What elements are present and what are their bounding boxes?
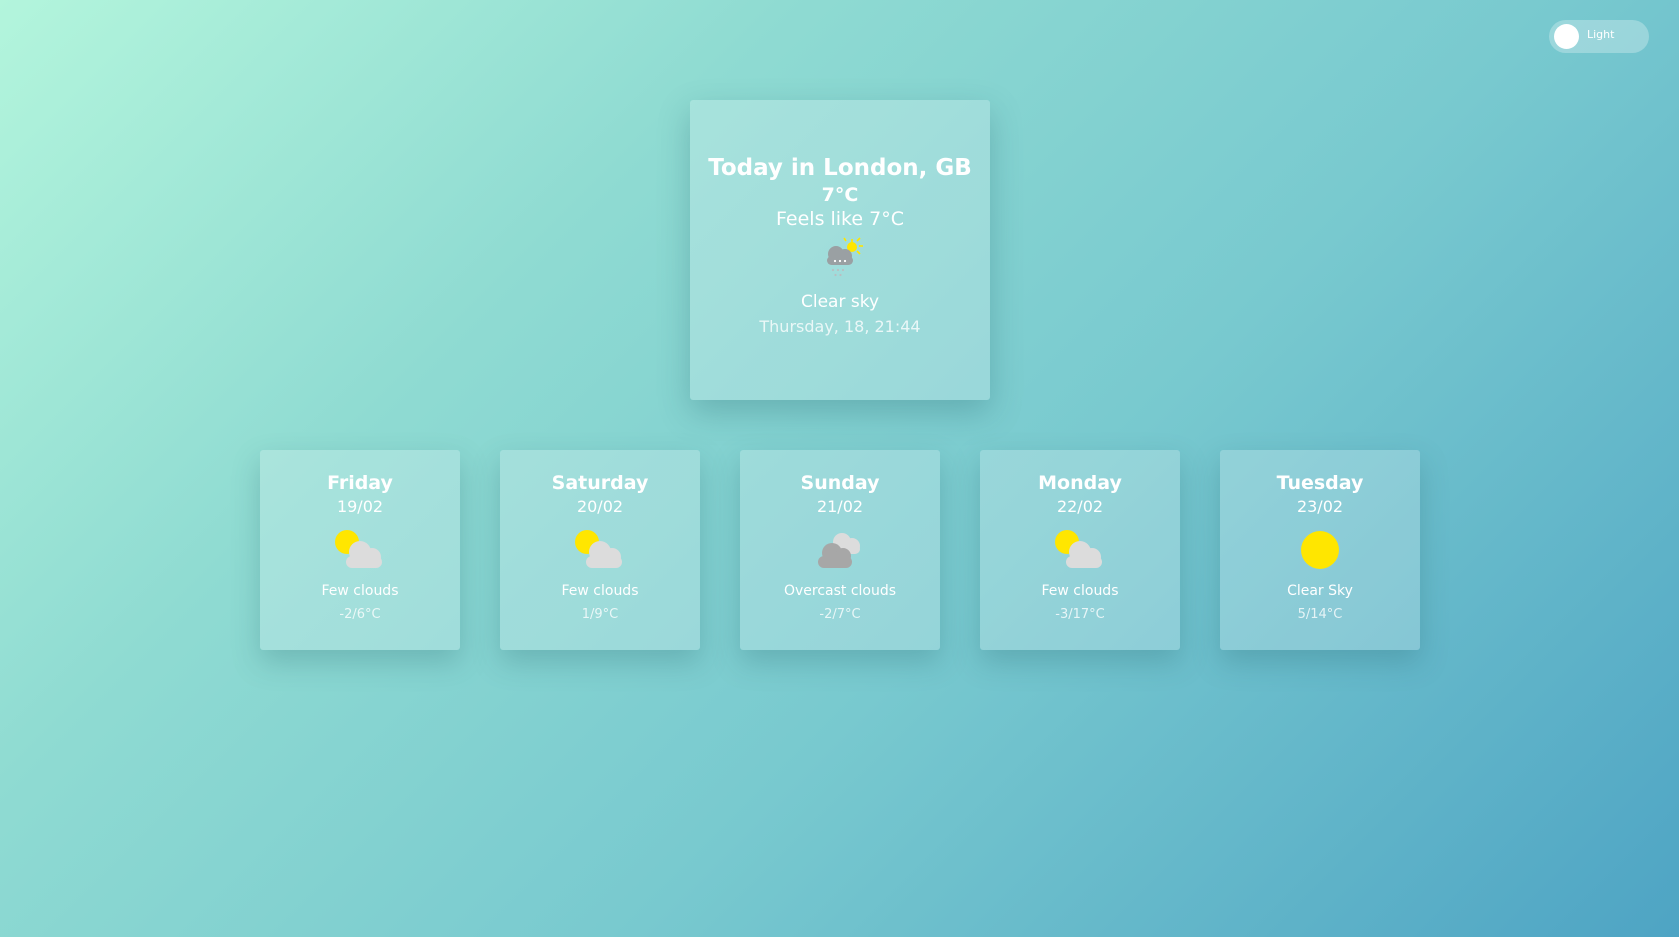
few-clouds-icon: [572, 528, 628, 572]
today-title: Today in London, GB: [708, 155, 972, 181]
theme-toggle[interactable]: Light: [1549, 20, 1649, 53]
few-clouds-icon: [1052, 528, 1108, 572]
forecast-date: 19/02: [336, 497, 384, 516]
forecast-card-sunday: Sunday 21/02 Overcast clouds -2/7°C: [740, 450, 940, 650]
forecast-day: Monday: [1038, 472, 1122, 494]
forecast-card-monday: Monday 22/02 Few clouds -3/17°C: [980, 450, 1180, 650]
forecast-description: Few clouds: [1041, 583, 1119, 599]
snow-cloud-sun-icon: [818, 237, 864, 281]
forecast-day: Tuesday: [1276, 472, 1364, 494]
few-clouds-icon: [332, 528, 388, 572]
forecast-temp-range: -2/7°C: [819, 607, 861, 622]
today-temperature: 7°C: [821, 184, 859, 206]
today-card: Today in London, GB 7°C Feels like 7°C C…: [690, 100, 990, 400]
forecast-day: Saturday: [551, 472, 649, 494]
forecast-description: Overcast clouds: [783, 583, 897, 599]
toggle-label: Light: [1587, 28, 1615, 41]
today-feels-like: Feels like 7°C: [776, 208, 904, 230]
forecast-card-saturday: Saturday 20/02 Few clouds 1/9°C: [500, 450, 700, 650]
forecast-temp-range: -2/6°C: [339, 607, 381, 622]
forecast-temp-range: 5/14°C: [1297, 607, 1343, 622]
overcast-clouds-icon: [812, 528, 868, 572]
forecast-temp-range: 1/9°C: [581, 607, 619, 622]
today-description: Clear sky: [800, 292, 880, 312]
forecast-date: 20/02: [576, 497, 624, 516]
forecast-card-tuesday: Tuesday 23/02 Clear Sky 5/14°C: [1220, 450, 1420, 650]
forecast-day: Friday: [327, 472, 393, 494]
forecast-day: Sunday: [800, 472, 880, 494]
forecast-date: 22/02: [1056, 497, 1104, 516]
forecast-card-friday: Friday 19/02 Few clouds -2/6°C: [260, 450, 460, 650]
today-datetime: Thursday, 18, 21:44: [759, 317, 921, 336]
forecast-description: Few clouds: [321, 583, 399, 599]
forecast-description: Few clouds: [561, 583, 639, 599]
toggle-knob[interactable]: [1554, 24, 1579, 49]
forecast-date: 21/02: [816, 497, 864, 516]
forecast-date: 23/02: [1296, 497, 1344, 516]
forecast-description: Clear Sky: [1287, 583, 1353, 599]
clear-sky-icon: [1292, 528, 1348, 572]
forecast-temp-range: -3/17°C: [1055, 607, 1105, 622]
